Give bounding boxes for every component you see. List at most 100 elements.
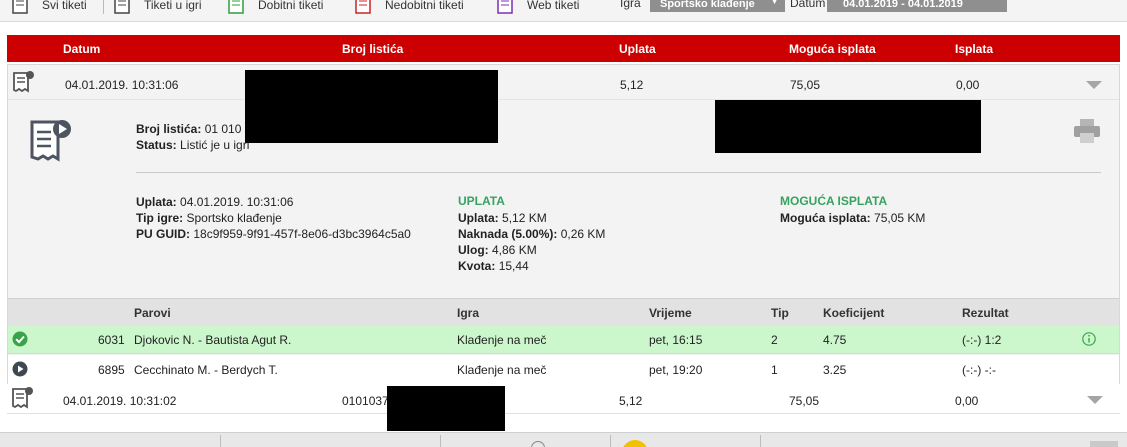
ticket-collapsed-row[interactable]: 04.01.2019. 10:31:02 0101037 5,12 75,05 … [7, 384, 1120, 431]
fee-value: 0,26 KM [560, 227, 606, 241]
pair-result: (-:-) -:- [962, 363, 996, 377]
chevron-down-icon: ▼ [770, 0, 779, 6]
paid-date-line: Uplata: 04.01.2019. 10:31:06 [136, 194, 293, 210]
column-ticket-number: Broj listića [342, 42, 404, 56]
redacted-ticket-number [245, 70, 498, 143]
pair-game: Klađenje na meč [457, 333, 547, 347]
ticket-icon [114, 0, 130, 14]
ticket-date: 04.01.2019. 10:31:06 [65, 78, 179, 92]
bottom-divider [610, 435, 611, 447]
ticket-number-line: Broj listića: 01 010 [136, 121, 241, 137]
filter-losing-tickets[interactable]: Nedobitni tiketi [355, 0, 464, 14]
payment-amount-label: Uplata: [458, 211, 499, 225]
column-game: Igra [457, 306, 480, 320]
column-payment: Uplata [619, 42, 656, 56]
payment-amount-value: 5,12 KM [502, 211, 547, 225]
game-type-label: Tip igre: [136, 211, 184, 225]
pair-time: pet, 19:20 [649, 363, 703, 377]
print-icon[interactable] [1073, 118, 1101, 144]
stake-line: Ulog: 4,86 KM [458, 242, 537, 258]
bottom-divider [220, 435, 221, 447]
redacted-area [715, 100, 981, 153]
filter-active-tickets[interactable]: Tiketi u igri [114, 0, 202, 14]
ticket-number-label: Broj listića: [136, 122, 202, 136]
pair-coefficient: 3.25 [823, 363, 847, 377]
pair-result: (-:-) 1:2 [962, 333, 1002, 347]
fee-label: Naknada (5.00%): [458, 227, 558, 241]
ticket-possible-payout: 75,05 [789, 394, 820, 408]
winning-ticket-icon [228, 0, 244, 14]
payment-section-title: UPLATA [458, 194, 505, 208]
date-filter-label: Datum [790, 0, 826, 10]
ticket-summary-row[interactable]: 04.01.2019. 10:31:06 5,12 75,05 0,00 [8, 65, 1119, 99]
filter-winning-tickets-label: Dobitni tiketi [258, 0, 324, 12]
column-payout: Isplata [955, 42, 994, 56]
possible-payout-section-title: MOGUĆA ISPLATA [780, 194, 888, 208]
pair-row: 6895 Cecchinato M. - Berdych T. Klađenje… [8, 355, 1119, 384]
chevron-down-icon[interactable] [1087, 396, 1103, 404]
possible-payout-line: Moguća isplata: 75,05 KM [780, 210, 925, 226]
ticket-play-icon [30, 120, 71, 162]
bottom-control[interactable] [1090, 441, 1118, 447]
fee-line: Naknada (5.00%): 0,26 KM [458, 226, 605, 242]
pair-code: 6895 [98, 363, 125, 377]
guid-value: 18c9f959-9f91-457f-8e06-d3bc3964c5a0 [193, 227, 411, 241]
filter-bar: Svi tiketi Tiketi u igri Dobitni tiketi … [0, 0, 1127, 22]
odds-line: Kvota: 15,44 [458, 258, 529, 274]
pair-time: pet, 16:15 [649, 333, 703, 347]
ticket-number-value: 01 010 [204, 122, 242, 136]
play-circle-icon [12, 361, 28, 377]
ticket-possible-payout: 75,05 [790, 78, 821, 92]
web-ticket-icon [497, 0, 513, 14]
redacted-ticket-number [387, 386, 505, 431]
pair-row: 6031 Djokovic N. - Bautista Agut R. Klađ… [8, 325, 1119, 354]
odds-value: 15,44 [498, 259, 529, 273]
game-type-value: Sportsko klađenje [186, 211, 282, 225]
bottom-bar [0, 432, 1127, 447]
circle-icon [531, 441, 545, 447]
column-date: Datum [63, 42, 101, 56]
ticket-icon [12, 0, 28, 14]
ticket-status-line: Status: Listić je u igri [136, 137, 249, 153]
odds-label: Kvota: [458, 259, 496, 273]
filter-all-tickets[interactable]: Svi tiketi [12, 0, 87, 14]
ticket-payout: 0,00 [955, 394, 979, 408]
pair-code: 6031 [98, 333, 125, 347]
chevron-down-icon[interactable] [1086, 81, 1102, 89]
pair-match: Djokovic N. - Bautista Agut R. [134, 333, 292, 347]
game-select-value: Sportsko klađenje [660, 0, 755, 10]
possible-payout-value: 75,05 KM [874, 211, 926, 225]
pair-tip: 1 [771, 363, 778, 377]
pair-tip: 2 [771, 333, 778, 347]
column-tip: Tip [771, 306, 789, 320]
column-pairs: Parovi [134, 306, 171, 320]
game-type-line: Tip igre: Sportsko klađenje [136, 210, 282, 226]
filter-separator [103, 0, 104, 14]
filter-losing-tickets-label: Nedobitni tiketi [385, 0, 464, 12]
game-filter-label: Igra [620, 0, 641, 10]
game-select[interactable]: Sportsko klađenje ▼ [650, 0, 785, 12]
date-range-input[interactable]: 04.01.2019 - 04.01.2019 [827, 0, 1007, 12]
paid-date-value: 04.01.2019. 10:31:06 [180, 195, 294, 209]
column-coefficient: Koeficijent [823, 306, 885, 320]
ticket-payment: 5,12 [620, 78, 644, 92]
info-icon[interactable] [1082, 332, 1096, 346]
bottom-divider [440, 435, 441, 447]
filter-winning-tickets[interactable]: Dobitni tiketi [228, 0, 323, 14]
losing-ticket-icon [355, 0, 371, 14]
ticket-date: 04.01.2019. 10:31:02 [63, 394, 177, 408]
tickets-table-header: Datum Broj listića Uplata Moguća isplata… [7, 35, 1120, 62]
filter-web-tickets[interactable]: Web tiketi [497, 0, 579, 14]
filter-active-tickets-label: Tiketi u igri [144, 0, 202, 12]
column-time: Vrijeme [649, 306, 692, 320]
date-range-value: 04.01.2019 - 04.01.2019 [843, 0, 963, 10]
coin-icon [622, 440, 648, 447]
ticket-status-label: Status: [136, 138, 177, 152]
ticket-status-value: Listić je u igri [180, 138, 250, 152]
ticket-number: 0101037 [342, 394, 389, 408]
paid-date-label: Uplata: [136, 195, 177, 209]
details-divider [136, 172, 1101, 173]
ticket-icon [12, 387, 33, 409]
pair-game: Klađenje na meč [457, 363, 547, 377]
pairs-table-header: Parovi Igra Vrijeme Tip Koeficijent Rezu… [8, 298, 1119, 325]
